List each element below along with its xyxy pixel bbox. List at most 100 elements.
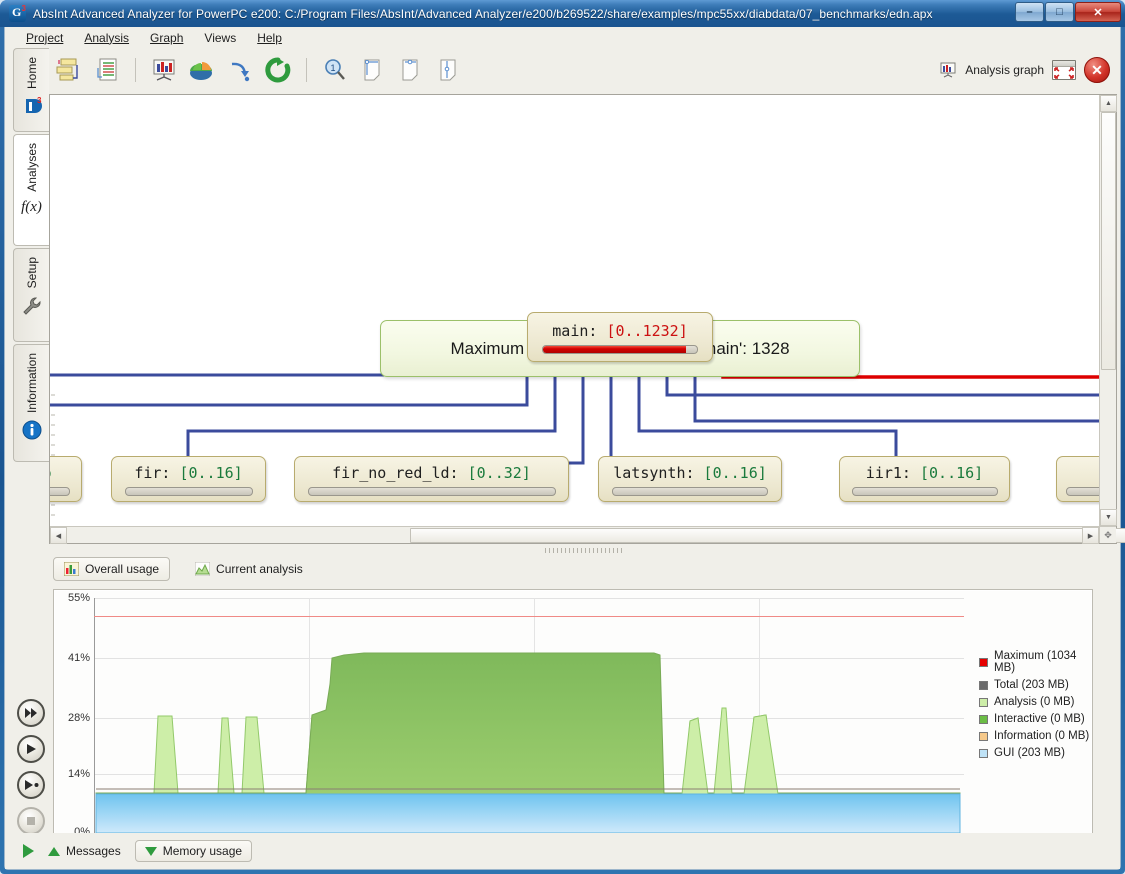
tab-current-analysis[interactable]: Current analysis (184, 557, 314, 581)
refresh-icon[interactable] (262, 54, 294, 86)
menu-graph[interactable]: Graph (141, 29, 192, 47)
series-analysis-spikes-right (681, 707, 779, 795)
window-controls: – □ ✕ (1015, 2, 1121, 22)
maximize-button[interactable]: □ (1045, 2, 1074, 22)
graph-node-main-bar-fill (543, 346, 687, 353)
tab-overall-usage-label: Overall usage (85, 562, 160, 576)
tab-current-analysis-label: Current analysis (216, 562, 303, 576)
graph-vertical-scroll-thumb[interactable] (1101, 112, 1116, 370)
legend-label-interactive: Interactive (0 MB) (994, 713, 1085, 725)
sidebar-item-home[interactable]: Home 3 (13, 48, 49, 132)
graph-node-main-range: [0..1232] (606, 322, 688, 340)
legend-item-interactive: Interactive (0 MB) (979, 713, 1092, 725)
step-button[interactable] (17, 771, 45, 799)
sidebar-item-analyses[interactable]: Analyses f(x) (13, 134, 49, 246)
graph-node-fir-name: fir: (134, 464, 171, 482)
stop-button (17, 807, 45, 835)
graph-vertical-scrollbar[interactable]: ▲ ▼ (1099, 95, 1117, 526)
menu-views-label: Views (204, 30, 237, 45)
graph-node-iirl[interactable]: iir1: [0..16] (839, 456, 1010, 502)
status-memory-usage[interactable]: Memory usage (134, 840, 253, 862)
play-button[interactable] (17, 735, 45, 763)
graph-node-partial-left-text: p (50, 464, 66, 482)
menu-help-label: Help (257, 30, 282, 45)
presentation-chart-icon[interactable] (148, 54, 180, 86)
title-bar: 3 AbsInt Advanced Analyzer for PowerPC e… (0, 0, 1125, 27)
application-window: 3 AbsInt Advanced Analyzer for PowerPC e… (0, 0, 1125, 874)
absint-logo-icon: 3 (22, 96, 42, 116)
graph-node-fir-bar (124, 487, 253, 496)
status-memory-usage-label: Memory usage (162, 844, 243, 858)
splitter-handle[interactable] (49, 545, 1117, 555)
menu-help[interactable]: Help (248, 29, 291, 47)
sidebar-item-home-label: Home (24, 57, 39, 90)
sidebar-item-information-label: Information (24, 353, 39, 414)
project-tree-icon[interactable] (53, 54, 85, 86)
fast-forward-button[interactable] (17, 699, 45, 727)
graph-node-fir-no-red-ld[interactable]: fir_no_red_ld: [0..32] (294, 456, 569, 502)
tool-bar: 1 Analysis graph ✕ (5, 48, 1120, 92)
fit-height-icon[interactable] (433, 54, 465, 86)
memory-usage-chart: 55% 41% 28% 14% 0% Maximum (1034 MB) Tot… (53, 589, 1093, 841)
graph-node-fir[interactable]: fir: [0..16] (111, 456, 266, 502)
legend-swatch-total (979, 680, 988, 690)
menu-analysis[interactable]: Analysis (75, 29, 138, 47)
graph-scroll-left-button[interactable]: ◀ (50, 527, 67, 544)
maximize-view-button[interactable] (1052, 60, 1076, 80)
graph-horizontal-scrollbar[interactable]: ◀ ▶ (50, 526, 1125, 544)
play-icon[interactable] (23, 844, 34, 858)
graph-horizontal-scroll-thumb[interactable] (410, 528, 1125, 543)
graph-node-fir-range: [0..16] (179, 464, 243, 482)
legend-label-total: Total (203 MB) (994, 679, 1069, 691)
svg-text:1: 1 (330, 63, 335, 73)
graph-scroll-down-button[interactable]: ▼ (1100, 509, 1117, 526)
graph-node-partial-right[interactable]: co (1056, 456, 1099, 502)
sidebar-item-setup[interactable]: Setup (13, 248, 49, 342)
sidebar-tabs: Home 3 Analyses f(x) Setup Information (13, 48, 49, 493)
graph-node-partial-left-bar (50, 487, 70, 496)
arrow-down-right-icon[interactable] (224, 54, 256, 86)
legend-label-analysis: Analysis (0 MB) (994, 696, 1075, 708)
minimize-button[interactable]: – (1015, 2, 1044, 22)
graph-canvas[interactable]: Maximum Stack Usage for Entry 'main': 13… (50, 95, 1099, 526)
graph-scroll-up-button[interactable]: ▲ (1100, 95, 1117, 112)
menu-views[interactable]: Views (195, 29, 245, 47)
usage-tab-bar: Overall usage Current analysis (53, 557, 314, 581)
chart-legend: Maximum (1034 MB) Total (203 MB) Analysi… (979, 650, 1092, 759)
status-messages-label: Messages (66, 844, 121, 858)
sidebar-item-information[interactable]: Information (13, 344, 49, 462)
info-icon (22, 420, 42, 440)
zoom-one-icon[interactable]: 1 (319, 54, 351, 86)
graph-node-latsynth[interactable]: latsynth: [0..16] (598, 456, 782, 502)
fit-page-icon[interactable] (357, 54, 389, 86)
chevron-up-icon (48, 846, 60, 856)
legend-item-analysis: Analysis (0 MB) (979, 696, 1092, 708)
fit-width-icon[interactable] (395, 54, 427, 86)
graph-node-partial-left[interactable]: p (50, 456, 82, 502)
tab-overall-usage[interactable]: Overall usage (53, 557, 171, 581)
y-tick-14: 14% (67, 768, 90, 780)
status-messages[interactable]: Messages (48, 844, 121, 858)
analysis-graph-label: Analysis graph (965, 63, 1044, 77)
graph-node-main-text: main: [0..1232] (538, 322, 701, 340)
pie-chart-icon[interactable] (186, 54, 218, 86)
analysis-graph-icon (939, 62, 957, 78)
graph-node-iirl-bar (851, 487, 998, 496)
sidebar-item-analyses-label: Analyses (24, 143, 39, 192)
close-button[interactable]: ✕ (1075, 2, 1121, 22)
legend-swatch-maximum (979, 657, 988, 667)
graph-node-latsynth-bar (612, 487, 768, 496)
report-icon[interactable] (91, 54, 123, 86)
app-logo-icon: 3 (9, 4, 26, 22)
menu-graph-label: Graph (150, 30, 184, 45)
area-chart-icon (195, 562, 211, 576)
close-view-button[interactable] (1084, 57, 1110, 83)
graph-scroll-right-button[interactable]: ▶ (1082, 527, 1099, 544)
graph-node-main[interactable]: main: [0..1232] (527, 312, 713, 362)
status-bar: Messages Memory usage (5, 833, 1120, 869)
graph-node-fir-no-red-ld-name: fir_no_red_ld: (332, 464, 459, 482)
menu-project[interactable]: Project (17, 29, 72, 47)
legend-item-information: Information (0 MB) (979, 730, 1092, 742)
graph-resize-grip[interactable]: ✥ (1099, 526, 1116, 543)
y-tick-41: 41% (67, 652, 90, 664)
